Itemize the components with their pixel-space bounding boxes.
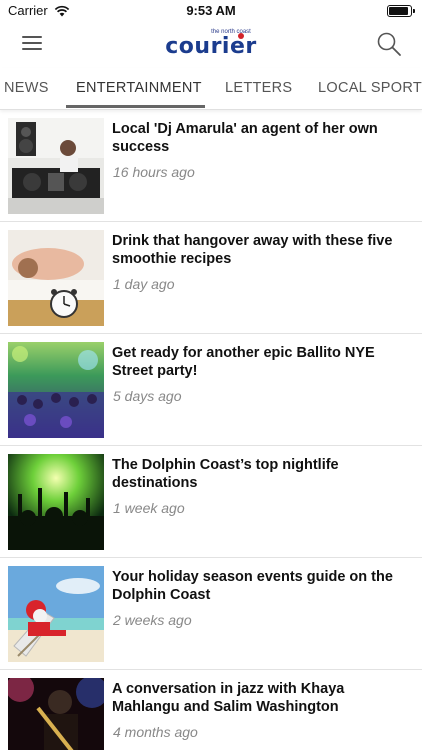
article-title[interactable]: Get ready for another epic Ballito NYE S… bbox=[112, 344, 414, 380]
article-item[interactable]: Your holiday season events guide on the … bbox=[0, 558, 422, 670]
article-item[interactable]: A conversation in jazz with Khaya Mahlan… bbox=[0, 670, 422, 750]
article-item[interactable]: The Dolphin Coast’s top nightlife destin… bbox=[0, 446, 422, 558]
jazz-saxophonist-thumbnail bbox=[8, 678, 104, 750]
article-item[interactable]: Local 'Dj Amarula' an agent of her own s… bbox=[0, 110, 422, 222]
concert-crowd-green-thumbnail bbox=[8, 454, 104, 550]
tab-news[interactable]: NEWS bbox=[4, 80, 49, 96]
article-item[interactable]: Get ready for another epic Ballito NYE S… bbox=[0, 334, 422, 446]
clock: 9:53 AM bbox=[186, 3, 236, 18]
article-timestamp: 16 hours ago bbox=[113, 164, 195, 180]
search-icon[interactable] bbox=[376, 31, 402, 57]
courier-logo: the north coast courier bbox=[0, 28, 422, 58]
tab-letters[interactable]: LETTERS bbox=[225, 80, 292, 96]
tab-local-sport[interactable]: LOCAL SPORT bbox=[318, 80, 422, 96]
man-asleep-alarm-clock-thumbnail bbox=[8, 230, 104, 326]
crowd-party-lights-thumbnail bbox=[8, 342, 104, 438]
santa-beach-chair-thumbnail bbox=[8, 566, 104, 662]
article-timestamp: 2 weeks ago bbox=[113, 612, 192, 628]
article-title[interactable]: Local 'Dj Amarula' an agent of her own s… bbox=[112, 120, 414, 156]
article-title[interactable]: The Dolphin Coast’s top nightlife destin… bbox=[112, 456, 414, 492]
article-title[interactable]: A conversation in jazz with Khaya Mahlan… bbox=[112, 680, 414, 716]
active-tab-indicator bbox=[66, 105, 205, 108]
dj-at-decks-thumbnail bbox=[8, 118, 104, 214]
battery-icon bbox=[387, 5, 415, 17]
article-item[interactable]: Drink that hangover away with these five… bbox=[0, 222, 422, 334]
article-timestamp: 4 months ago bbox=[113, 724, 198, 740]
article-timestamp: 5 days ago bbox=[113, 388, 182, 404]
app-header: the north coast courier bbox=[0, 22, 422, 68]
status-bar: Carrier 9:53 AM bbox=[0, 0, 422, 22]
logo-red-dot bbox=[237, 33, 244, 39]
tab-entertainment[interactable]: ENTERTAINMENT bbox=[76, 80, 202, 96]
article-title[interactable]: Drink that hangover away with these five… bbox=[112, 232, 414, 268]
battery-fill bbox=[389, 7, 408, 15]
article-timestamp: 1 day ago bbox=[113, 276, 175, 292]
section-tabs: NEWS ENTERTAINMENT LETTERS LOCAL SPORT bbox=[0, 68, 422, 110]
article-title[interactable]: Your holiday season events guide on the … bbox=[112, 568, 414, 604]
article-timestamp: 1 week ago bbox=[113, 500, 185, 516]
